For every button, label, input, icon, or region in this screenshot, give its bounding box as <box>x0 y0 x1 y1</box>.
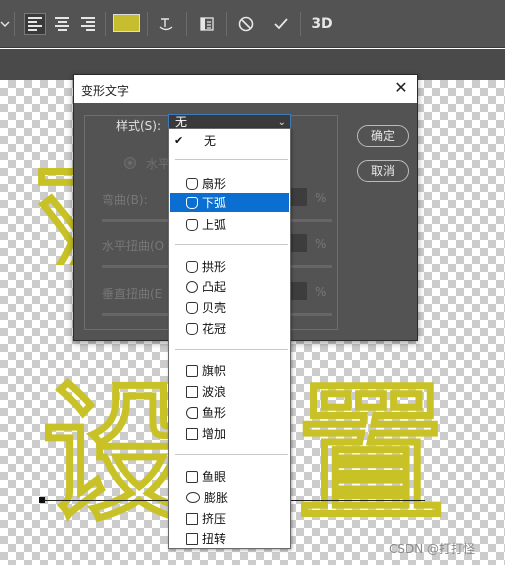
inflate-icon <box>186 492 200 503</box>
align-right-icon[interactable] <box>77 13 99 35</box>
style-option-label: 花冠 <box>202 322 227 336</box>
warp-text-icon[interactable] <box>155 13 177 35</box>
chevron-down-icon[interactable] <box>0 13 10 35</box>
watermark: CSDN @打打怪 <box>389 542 476 556</box>
menu-separator <box>175 454 288 455</box>
panels-icon[interactable] <box>196 13 218 35</box>
vertical-distortion-label: 垂直扭曲(E <box>102 287 163 301</box>
close-icon[interactable]: ✕ <box>393 80 409 96</box>
canvas-char-3: 置 <box>296 368 447 542</box>
toolbar-divider <box>14 12 15 36</box>
toolbar-divider <box>105 12 106 36</box>
style-option-rise[interactable]: 增加 <box>170 424 289 443</box>
style-option-label: 拱形 <box>202 260 227 274</box>
style-option-label: 鱼眼 <box>202 470 227 484</box>
style-option-label: 挤压 <box>202 512 227 526</box>
style-option-flag[interactable]: 旗帜 <box>170 361 289 380</box>
shell-icon <box>186 301 198 314</box>
squeeze-icon <box>186 512 198 525</box>
style-option-fan[interactable]: 扇形 <box>170 174 289 193</box>
style-option-label: 鱼形 <box>202 406 227 420</box>
style-option-label: 扇形 <box>202 177 227 191</box>
toolbar-divider <box>226 12 227 36</box>
style-option-fisheye[interactable]: 鱼眼 <box>170 467 289 486</box>
arch-icon <box>186 260 198 273</box>
fisheye-icon <box>186 470 198 483</box>
horizontal-distortion-percent: % <box>315 237 327 251</box>
lower-arc-icon <box>186 196 198 209</box>
style-option-wave[interactable]: 波浪 <box>170 382 289 401</box>
style-option-label: 波浪 <box>202 385 227 399</box>
twist-icon <box>186 532 198 545</box>
menu-separator <box>175 159 288 160</box>
style-option-lower-arc[interactable]: 下弧 <box>170 193 289 212</box>
style-option-label: 膨胀 <box>204 491 229 505</box>
fan-icon <box>186 177 198 190</box>
bend-label: 弯曲(B): <box>102 193 148 207</box>
options-toolbar: 3D <box>0 0 505 48</box>
baseline-handle[interactable] <box>39 497 45 503</box>
horizontal-radio[interactable] <box>124 157 136 169</box>
style-option-label: 增加 <box>202 427 227 441</box>
toolbar-divider <box>147 12 148 36</box>
menu-separator <box>175 244 288 245</box>
align-left-icon[interactable] <box>24 13 46 35</box>
style-option-flag-crown[interactable]: 花冠 <box>170 319 289 338</box>
check-icon: ✔ <box>174 134 184 147</box>
horizontal-distortion-label: 水平扭曲(O <box>102 239 165 253</box>
style-option-label: 下弧 <box>202 196 227 210</box>
style-option-bulge[interactable]: 凸起 <box>170 277 289 296</box>
upper-arc-icon <box>186 218 198 231</box>
style-select-value: 无 <box>175 115 188 129</box>
menu-separator <box>175 349 288 350</box>
horizontal-radio-label: 水平 <box>146 157 171 171</box>
cancel-icon[interactable] <box>235 13 257 35</box>
style-option-fish[interactable]: 鱼形 <box>170 403 289 422</box>
cancel-button[interactable]: 取消 <box>357 160 409 182</box>
style-option-none[interactable]: ✔ 无 <box>170 131 289 150</box>
style-option-inflate[interactable]: 膨胀 <box>170 488 289 507</box>
style-option-shell[interactable]: 贝壳 <box>170 298 289 317</box>
style-option-label: 无 <box>204 134 217 148</box>
ok-button[interactable]: 确定 <box>357 125 409 147</box>
style-option-label: 扭转 <box>202 532 227 546</box>
bulge-icon <box>186 280 198 293</box>
style-option-arch[interactable]: 拱形 <box>170 257 289 276</box>
text-color-swatch[interactable] <box>113 14 140 32</box>
rise-icon <box>186 427 198 440</box>
align-center-icon[interactable] <box>51 13 73 35</box>
commit-icon[interactable] <box>270 13 292 35</box>
bend-percent: % <box>315 191 327 205</box>
style-option-squeeze[interactable]: 挤压 <box>170 509 289 528</box>
dialog-titlebar[interactable]: 变形文字 ✕ <box>74 75 417 103</box>
dialog-title: 变形文字 <box>81 84 130 98</box>
crown-icon <box>186 322 198 335</box>
wave-icon <box>186 385 198 398</box>
vertical-distortion-percent: % <box>315 285 327 299</box>
style-label: 样式(S): <box>116 119 162 133</box>
threed-button[interactable]: 3D <box>309 13 335 35</box>
toolbar-divider <box>186 12 187 36</box>
style-option-label: 旗帜 <box>202 364 227 378</box>
style-option-label: 上弧 <box>202 218 227 232</box>
flag-icon <box>186 364 198 377</box>
fish-icon <box>186 406 198 419</box>
style-option-twist[interactable]: 扭转 <box>170 529 289 548</box>
style-option-label: 凸起 <box>202 280 227 294</box>
style-option-upper-arc[interactable]: 上弧 <box>170 215 289 234</box>
style-dropdown-menu: ✔ 无 扇形 下弧 上弧 拱形 凸起 贝壳 花冠 旗帜 波浪 鱼形 增加 鱼眼 … <box>168 128 291 549</box>
toolbar-divider <box>300 12 301 36</box>
style-option-label: 贝壳 <box>202 301 227 315</box>
